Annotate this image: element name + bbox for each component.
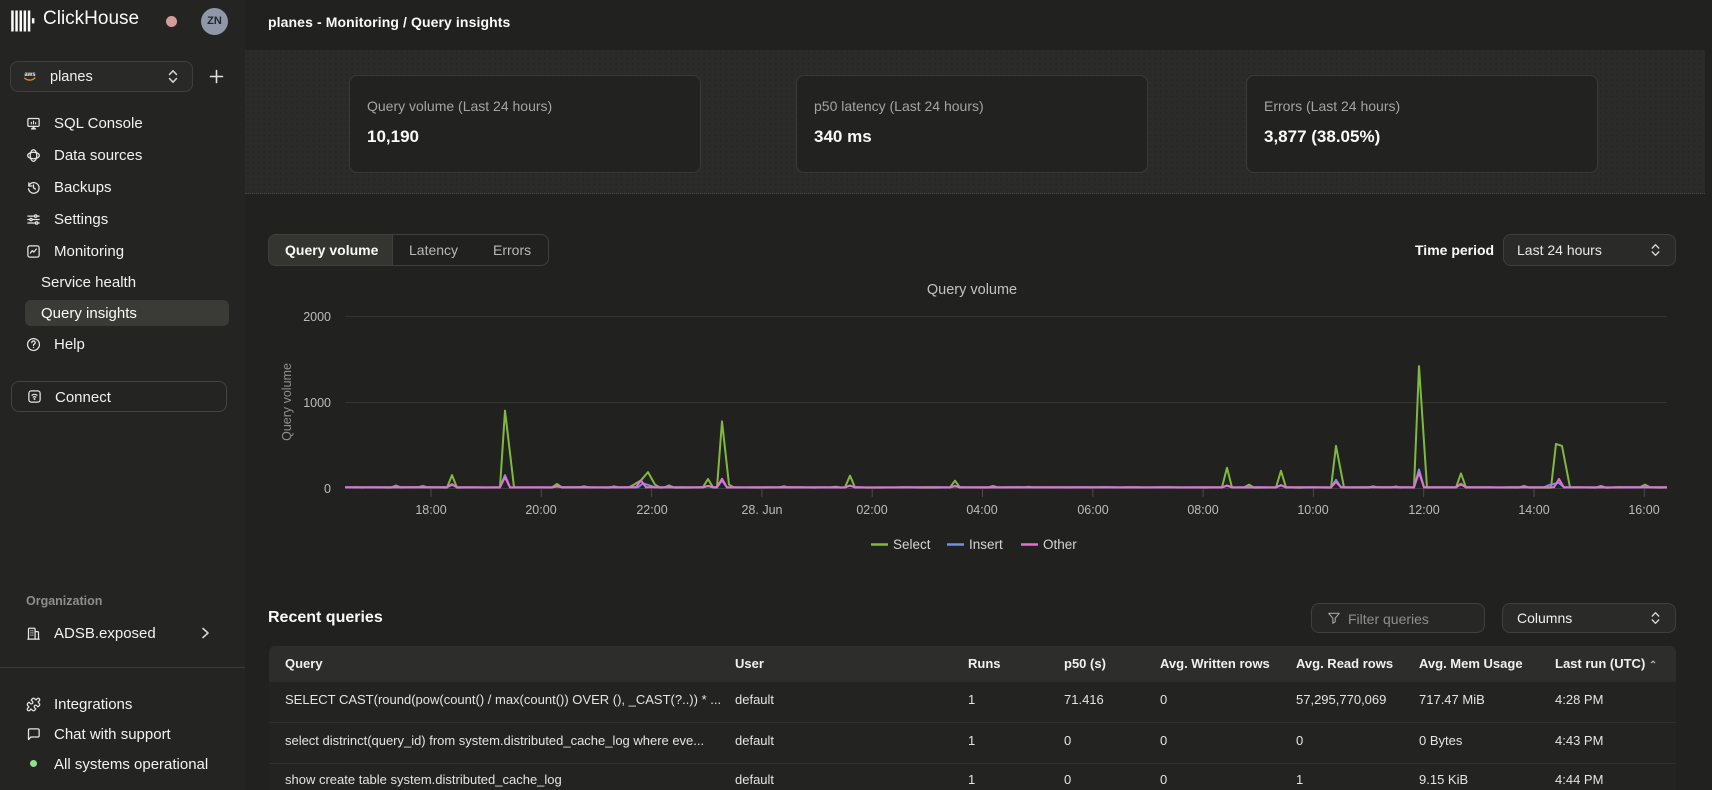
svg-text:08:00: 08:00 <box>1187 503 1218 517</box>
svg-text:0: 0 <box>324 482 331 496</box>
svg-text:06:00: 06:00 <box>1077 503 1108 517</box>
svg-text:22:00: 22:00 <box>636 503 667 517</box>
svg-text:Insert: Insert <box>969 537 1003 552</box>
svg-text:14:00: 14:00 <box>1518 503 1549 517</box>
svg-text:16:00: 16:00 <box>1628 503 1659 517</box>
svg-text:02:00: 02:00 <box>856 503 887 517</box>
svg-text:2000: 2000 <box>303 310 331 324</box>
svg-text:Query volume: Query volume <box>280 363 294 441</box>
svg-text:10:00: 10:00 <box>1297 503 1328 517</box>
svg-text:Other: Other <box>1043 537 1077 552</box>
svg-text:04:00: 04:00 <box>966 503 997 517</box>
svg-text:1000: 1000 <box>303 396 331 410</box>
svg-text:20:00: 20:00 <box>525 503 556 517</box>
svg-text:18:00: 18:00 <box>415 503 446 517</box>
svg-text:aws: aws <box>24 72 36 78</box>
svg-text:12:00: 12:00 <box>1408 503 1439 517</box>
svg-text:28. Jun: 28. Jun <box>741 503 782 517</box>
svg-text:Select: Select <box>893 537 931 552</box>
